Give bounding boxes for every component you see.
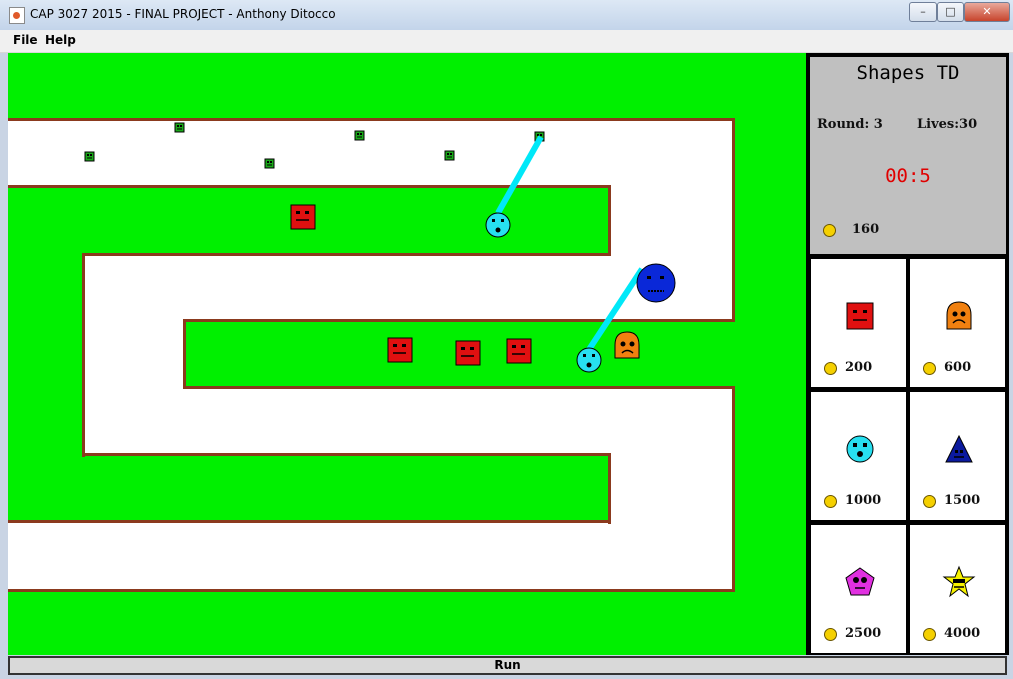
enemy-small [174,122,185,133]
gold-coin-icon [824,362,837,375]
enemy-big-blue [636,263,676,303]
orange-blob-tower-icon [946,301,972,330]
tower-circle-cyan[interactable] [485,212,511,238]
close-button[interactable]: ✕ [964,2,1010,22]
laser-beam [495,135,544,215]
tower-cost: 4000 [944,626,981,641]
gold-coin-icon [824,628,837,641]
java-app-icon [9,7,25,24]
tower-square-red[interactable] [506,338,532,364]
countdown-timer: 00:5 [885,165,931,187]
game-title: Shapes TD [856,62,960,84]
enemy-small [444,150,455,161]
maximize-button[interactable]: □ [937,2,964,22]
enemy-small [264,158,275,169]
tower-square-red[interactable] [387,337,413,363]
gold-coin-icon [923,495,936,508]
lives-label: Lives:30 [917,117,978,132]
board-sprites [84,122,676,373]
shop-tower-square[interactable]: 200 [811,259,906,387]
tower-cost: 1000 [845,493,882,508]
round-label: Round: 3 [817,117,883,132]
tower-blob-orange[interactable] [614,331,640,359]
shop-tower-blob[interactable]: 600 [910,259,1005,387]
tower-square-red[interactable] [455,340,481,366]
tower-circle-cyan[interactable] [576,347,602,373]
enemy-small [84,151,95,162]
magenta-pentagon-tower-icon [845,567,875,596]
enemy-small [354,130,365,141]
tower-cost: 200 [845,360,873,375]
gold-coin-icon [824,495,837,508]
menu-file[interactable]: File [13,33,38,47]
shop-tower-triangle[interactable]: 1500 [910,392,1005,520]
game-board[interactable] [8,53,806,655]
minimize-button[interactable]: – [909,2,937,22]
money-value: 160 [852,222,880,237]
menu-bar: File Help [0,30,1013,53]
gold-coin-icon [823,224,836,237]
title-bar: CAP 3027 2015 - FINAL PROJECT - Anthony … [0,0,1013,30]
tower-cost: 600 [944,360,972,375]
run-button[interactable]: Run [8,656,1007,675]
yellow-star-tower-icon [942,565,976,598]
window-title: CAP 3027 2015 - FINAL PROJECT - Anthony … [30,7,336,21]
shop-tower-star[interactable]: 4000 [910,525,1005,653]
gold-coin-icon [923,362,936,375]
cyan-circle-tower-icon [846,435,874,463]
shop-tower-circle[interactable]: 1000 [811,392,906,520]
status-panel: Shapes TD Round: 3 Lives:30 00:5 160 [810,57,1006,254]
tower-cost: 2500 [845,626,882,641]
blue-triangle-tower-icon [945,434,973,463]
tower-cost: 1500 [944,493,981,508]
shop-tower-pentagon[interactable]: 2500 [811,525,906,653]
red-square-tower-icon [846,302,874,330]
menu-help[interactable]: Help [45,33,76,47]
gold-coin-icon [923,628,936,641]
tower-square-red[interactable] [290,204,316,230]
